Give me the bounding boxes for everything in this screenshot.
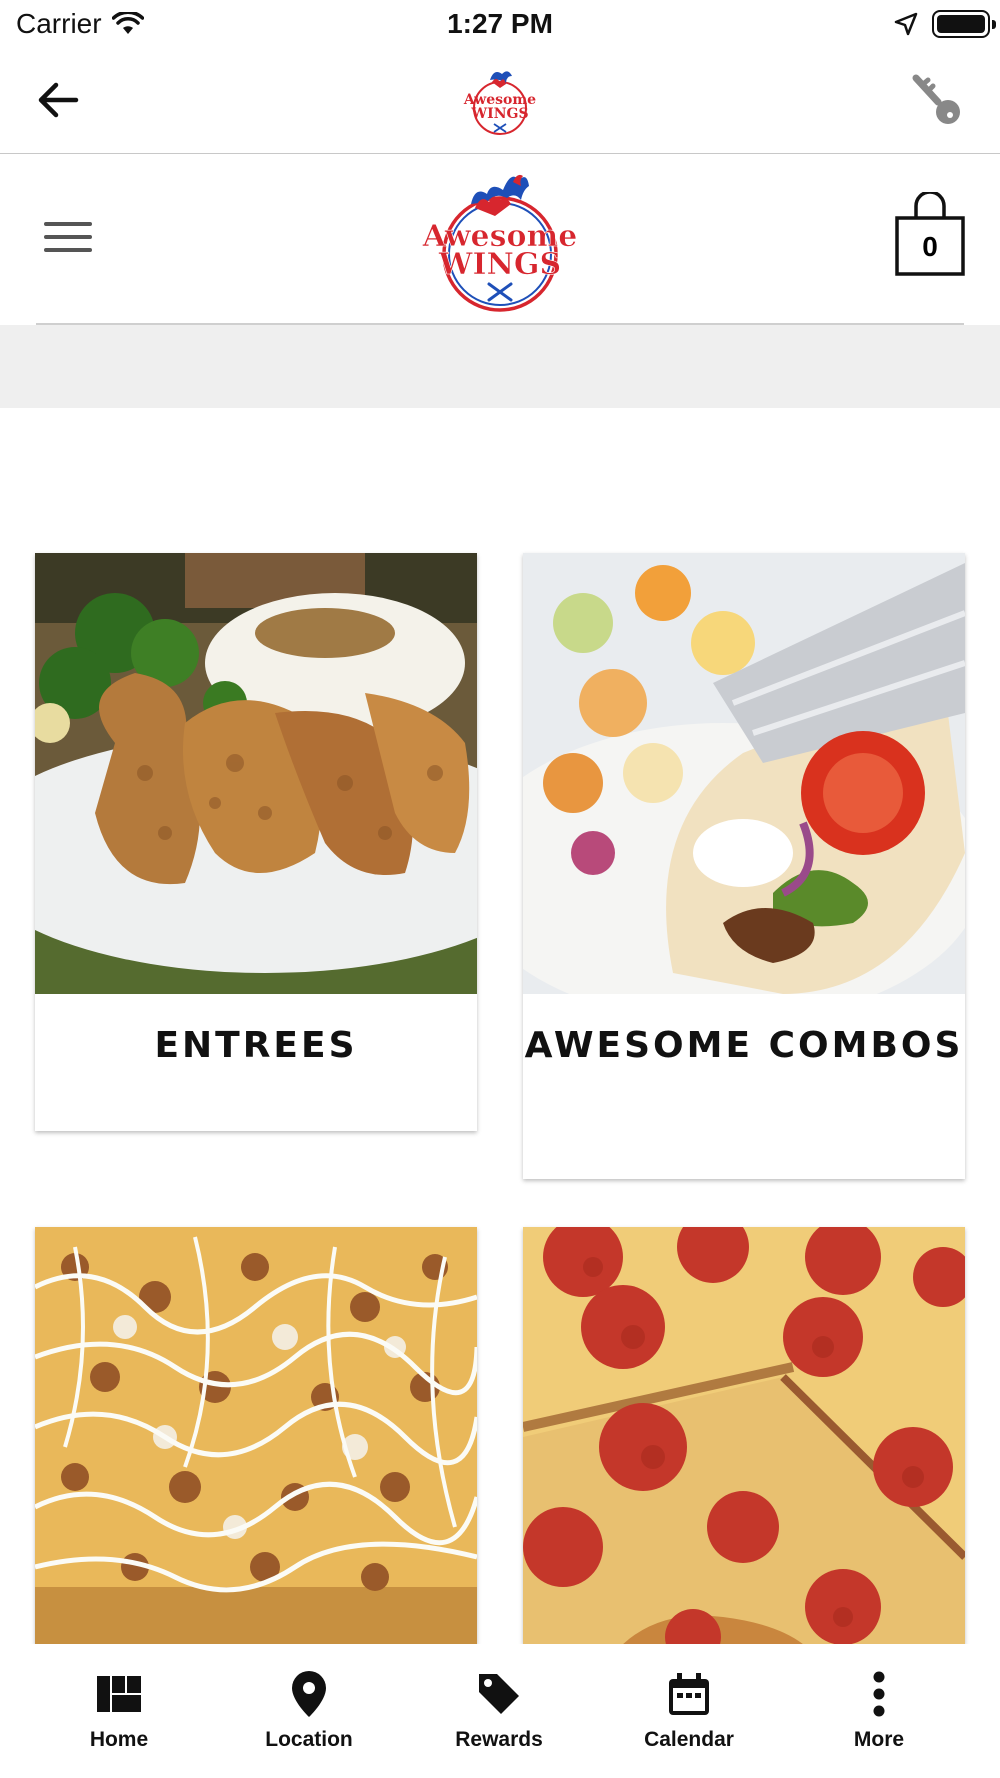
category-image-awesome-combos — [523, 553, 965, 994]
key-icon — [912, 74, 960, 124]
grid-icon — [95, 1670, 143, 1718]
category-card-pepperoni-pizza[interactable] — [523, 1227, 965, 1644]
tab-bar: Home Location Rewards Calendar More — [0, 1644, 1000, 1778]
category-card-entrees[interactable]: ENTREES — [35, 553, 477, 1131]
tab-location[interactable]: Location — [214, 1644, 404, 1778]
status-right-icons — [894, 10, 996, 38]
brand-logo[interactable]: Awesome WINGS — [415, 164, 585, 316]
tab-rewards[interactable]: Rewards — [404, 1644, 594, 1778]
tab-label-calendar: Calendar — [644, 1728, 734, 1751]
navigation-bar: Awesome WINGS — [0, 50, 1000, 154]
tab-more[interactable]: More — [784, 1644, 974, 1778]
category-title: AWESOME COMBOS — [524, 1025, 964, 1066]
arrow-left-icon — [38, 82, 79, 118]
back-button[interactable] — [30, 72, 86, 128]
tab-home[interactable]: Home — [24, 1644, 214, 1778]
tab-label-more: More — [853, 1728, 905, 1751]
location-arrow-icon — [894, 12, 918, 36]
category-image-pepperoni-pizza — [523, 1227, 965, 1644]
menu-button[interactable] — [40, 216, 96, 258]
brand-logo-small: Awesome WINGS — [463, 71, 536, 135]
calendar-icon — [665, 1670, 713, 1718]
status-bar: Carrier 1:27 PM — [0, 0, 1000, 50]
tab-label-location: Location — [265, 1728, 353, 1751]
logo-text-line2: WINGS — [470, 106, 528, 122]
battery-icon — [932, 10, 996, 38]
map-pin-icon — [285, 1670, 333, 1718]
tab-calendar[interactable]: Calendar — [594, 1644, 784, 1778]
cart-count: 0 — [922, 231, 938, 262]
tag-icon — [475, 1670, 523, 1718]
key-button[interactable] — [910, 72, 970, 132]
category-title: ENTREES — [154, 1025, 358, 1066]
tab-label-home: Home — [89, 1728, 149, 1751]
category-card-pizza-ranch[interactable] — [35, 1227, 477, 1644]
logo-text-wings: WINGS — [438, 247, 561, 282]
category-image-pizza-ranch — [35, 1227, 477, 1644]
status-time: 1:27 PM — [447, 8, 553, 39]
category-card-awesome-combos[interactable]: AWESOME COMBOS — [523, 553, 965, 1179]
more-vertical-icon — [855, 1670, 903, 1718]
hamburger-icon — [44, 222, 92, 226]
tab-label-rewards: Rewards — [455, 1728, 543, 1751]
cart-button[interactable]: 0 — [894, 192, 966, 276]
category-image-entrees — [35, 553, 477, 994]
app-header: Awesome WINGS 0 — [0, 156, 1000, 324]
banner-area — [0, 325, 1000, 408]
